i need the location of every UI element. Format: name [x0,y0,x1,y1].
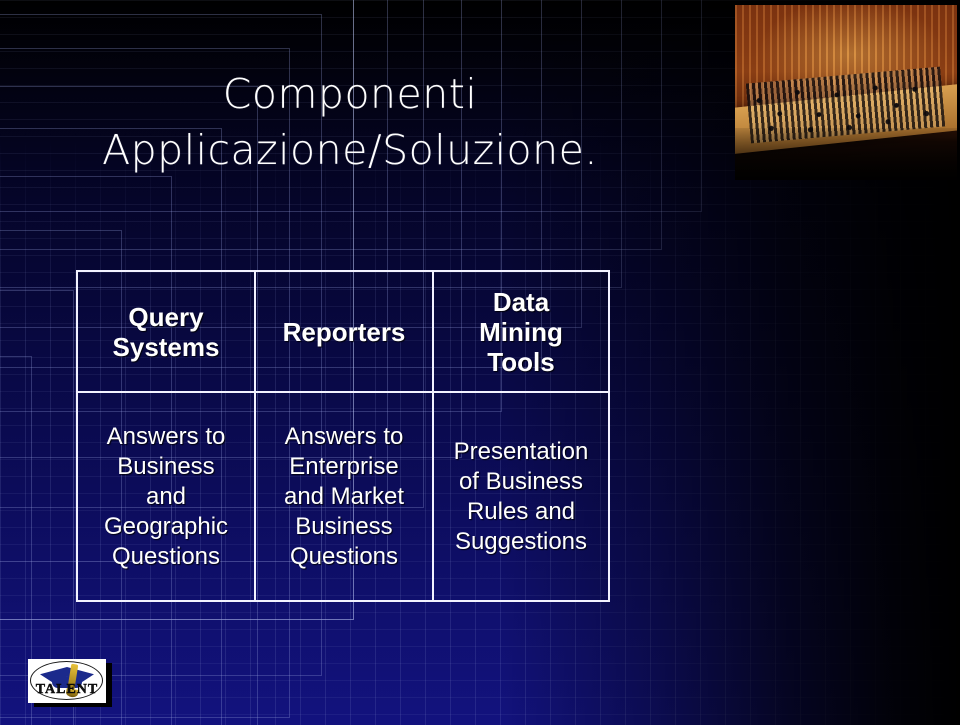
components-matrix-table: Query Systems Reporters Data Mining Tool… [76,270,610,602]
photo-foreground-shadow [735,127,957,180]
table-header-row: Query Systems Reporters Data Mining Tool… [78,272,608,391]
table-body-row: Answers to Business and Geographic Quest… [78,391,608,600]
logo-card: TALENT [28,659,106,703]
slide-title: Componenti Applicazione/Soluzione. [102,70,598,174]
table-cell-query-systems-description: Answers to Business and Geographic Quest… [103,422,229,570]
orchestra-photo [735,5,957,180]
presentation-slide: Componenti Applicazione/Soluzione. Query… [0,0,960,725]
table-header-query-systems: Query Systems [112,301,220,362]
table-cell-data-mining-tools-description: Presentation of Business Rules and Sugge… [432,393,608,600]
logo-wordmark: TALENT [35,682,99,697]
table-cell-reporters-description: Answers to Enterprise and Market Busines… [254,393,432,600]
table-header-reporters: Reporters [254,272,432,391]
talent-logo: TALENT [28,659,112,707]
table-header-data-mining-tools: Data Mining Tools [432,272,608,391]
